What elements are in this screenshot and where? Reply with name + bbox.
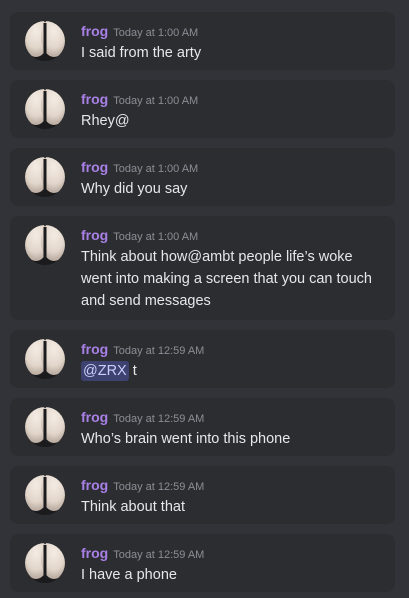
username[interactable]: frog [81, 91, 108, 107]
username[interactable]: frog [81, 545, 108, 561]
username[interactable]: frog [81, 477, 108, 493]
username[interactable]: frog [81, 159, 108, 175]
avatar[interactable] [25, 475, 65, 515]
message-content: Think about how@ambt people life’s woke … [81, 249, 377, 309]
message-timestamp: Today at 1:00 AM [113, 95, 199, 107]
message-list: frog Today at 1:00 AM I said from the art… [0, 0, 409, 598]
message-item[interactable]: frog Today at 12:59 AM Who’s brain went i… [10, 398, 395, 456]
user-mention[interactable]: @ZRX [81, 361, 129, 381]
message-timestamp: Today at 12:59 AM [113, 481, 205, 493]
avatar[interactable] [25, 225, 65, 265]
message-item[interactable]: frog Today at 12:59 AM @ZRX t [10, 330, 395, 388]
avatar[interactable] [25, 543, 65, 583]
message-content: I have a phone [81, 567, 177, 583]
message-timestamp: Today at 1:00 AM [113, 27, 199, 39]
avatar[interactable] [25, 89, 65, 129]
username[interactable]: frog [81, 409, 108, 425]
message-content: Rhey@ [81, 113, 130, 129]
avatar[interactable] [25, 21, 65, 61]
message-content: Who’s brain went into this phone [81, 431, 291, 447]
message-text: t [128, 363, 137, 379]
avatar[interactable] [25, 339, 65, 379]
message-timestamp: Today at 12:59 AM [113, 549, 205, 561]
avatar[interactable] [25, 157, 65, 197]
message-item[interactable]: frog Today at 1:00 AM I said from the art… [10, 12, 395, 70]
message-timestamp: Today at 12:59 AM [113, 345, 205, 357]
username[interactable]: frog [81, 227, 108, 243]
avatar[interactable] [25, 407, 65, 447]
message-content: @ZRX t [81, 360, 381, 382]
message-timestamp: Today at 1:00 AM [113, 231, 199, 243]
username[interactable]: frog [81, 23, 108, 39]
message-item[interactable]: frog Today at 12:59 AM I have a phone [10, 534, 395, 592]
message-item[interactable]: frog Today at 1:00 AM Why did you say [10, 148, 395, 206]
message-item[interactable]: frog Today at 1:00 AM Think about how@amb… [10, 216, 395, 320]
username[interactable]: frog [81, 341, 108, 357]
message-content: I said from the arty [81, 45, 202, 61]
message-item[interactable]: frog Today at 1:00 AM Rhey@ [10, 80, 395, 138]
message-content: Think about that [81, 499, 185, 515]
message-timestamp: Today at 12:59 AM [113, 413, 205, 425]
message-timestamp: Today at 1:00 AM [113, 163, 199, 175]
message-content: Why did you say [81, 181, 188, 197]
message-item[interactable]: frog Today at 12:59 AM Think about that [10, 466, 395, 524]
